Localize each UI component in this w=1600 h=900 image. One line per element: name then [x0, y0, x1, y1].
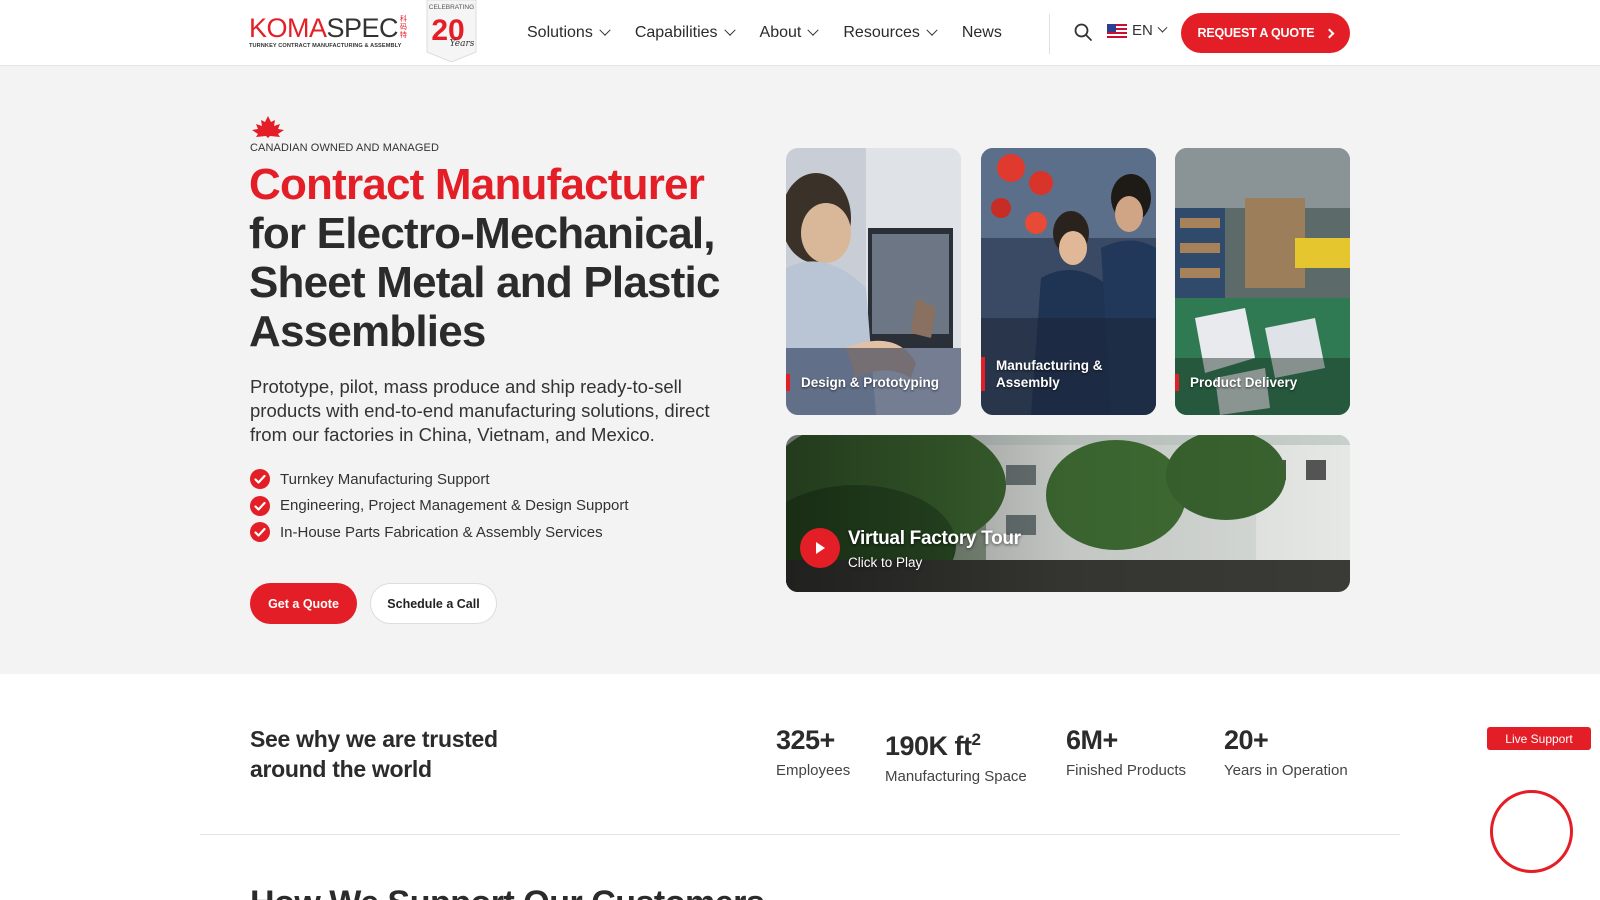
check-circle-icon [250, 522, 270, 543]
svg-text:CELEBRATING: CELEBRATING [429, 4, 474, 11]
nav-label: Resources [843, 24, 920, 41]
main-nav: Solutions Capabilities About Resources N… [527, 22, 1028, 44]
support-section-heading: How We Support Our Customers [250, 884, 765, 900]
play-icon[interactable] [800, 528, 840, 568]
list-item-text: Engineering, Project Management & Design… [280, 497, 629, 515]
nav-label: News [961, 24, 1002, 41]
feature-list: Turnkey Manufacturing Support Engineerin… [250, 466, 629, 546]
nav-about[interactable]: About [759, 24, 820, 42]
us-flag-icon [1107, 23, 1127, 38]
logo-chinese-mark: 科码特 [400, 16, 407, 39]
language-code: EN [1132, 22, 1153, 39]
hero-eyebrow: CANADIAN OWNED AND MANAGED [250, 142, 440, 154]
hero-headline: Contract Manufacturer for Electro-Mechan… [249, 160, 759, 356]
stat-label: Finished Products [1066, 762, 1187, 779]
maple-leaf-icon [252, 116, 284, 138]
live-support-button[interactable]: Live Support [1487, 727, 1591, 750]
stat-label: Manufacturing Space [885, 768, 1027, 785]
request-quote-button[interactable]: REQUEST A QUOTE [1181, 13, 1350, 53]
stat-finished-products: 6M+ Finished Products [1066, 722, 1186, 779]
search-icon[interactable] [1073, 22, 1093, 42]
stat-employees: 325+ Employees [776, 722, 850, 779]
nav-resources[interactable]: Resources [843, 24, 938, 42]
tour-title: Virtual Factory Tour [848, 528, 1021, 549]
stat-value: 325+ [776, 725, 835, 755]
stat-label: Employees [776, 762, 851, 779]
stats-heading: See why we are trusted around the world [250, 726, 498, 782]
section-divider [200, 834, 1400, 835]
card-label: Design & Prototyping [786, 374, 939, 391]
card-design-prototyping[interactable]: Design & Prototyping [786, 148, 961, 415]
stat-value: 6M+ [1066, 725, 1118, 755]
hero-description: Prototype, pilot, mass produce and ship … [250, 376, 710, 445]
card-manufacturing-assembly[interactable]: Manufacturing & Assembly [981, 148, 1156, 415]
list-item-text: Turnkey Manufacturing Support [280, 470, 490, 488]
chevron-right-icon [1325, 28, 1335, 38]
card-product-delivery[interactable]: Product Delivery [1175, 148, 1350, 415]
language-selector[interactable]: EN [1107, 22, 1168, 39]
nav-capabilities[interactable]: Capabilities [634, 24, 736, 42]
logo-tagline: TURNKEY CONTRACT MANUFACTURING & ASSEMBL… [249, 43, 402, 49]
headline-highlight: Contract Manufacturer [249, 160, 705, 209]
card-label: Product Delivery [1175, 374, 1297, 391]
chevron-down-icon [599, 24, 611, 36]
stat-value-number: 190K ft [885, 731, 972, 761]
headline-rest: for Electro-Mechanical, Sheet Metal and … [249, 209, 720, 356]
logo-wordmark: KOMASPEC [249, 13, 399, 43]
check-circle-icon [250, 469, 270, 490]
stat-value-superscript: 2 [971, 730, 981, 749]
stat-label: Years in Operation [1224, 762, 1348, 779]
stat-years-operation: 20+ Years in Operation [1224, 722, 1348, 779]
svg-text:Years: Years [450, 39, 475, 49]
check-circle-icon [250, 495, 270, 516]
schedule-call-button[interactable]: Schedule a Call [370, 583, 497, 624]
list-item-text: In-House Parts Fabrication & Assembly Se… [280, 523, 603, 541]
nav-news[interactable]: News [962, 24, 1002, 42]
list-item: Turnkey Manufacturing Support [250, 466, 629, 493]
virtual-factory-tour-video[interactable]: Virtual Factory Tour Click to Play [786, 435, 1350, 592]
nav-label: Solutions [527, 24, 593, 41]
site-header: KOMASPEC TURNKEY CONTRACT MANUFACTURING … [0, 0, 1600, 66]
get-quote-button[interactable]: Get a Quote [250, 583, 357, 624]
komaspec-logo[interactable]: KOMASPEC TURNKEY CONTRACT MANUFACTURING … [249, 14, 409, 54]
chevron-down-icon [807, 24, 820, 36]
chevron-down-icon [1157, 22, 1168, 33]
chat-widget-button[interactable] [1490, 790, 1573, 873]
list-item: Engineering, Project Management & Design… [250, 493, 629, 520]
card-label: Manufacturing & Assembly [981, 357, 1156, 391]
twenty-years-badge: CELEBRATING 20 Years [426, 0, 477, 62]
chevron-down-icon [723, 24, 736, 36]
nav-divider [1049, 14, 1050, 54]
stat-value: 20+ [1224, 725, 1269, 755]
tour-subtitle: Click to Play [848, 555, 923, 570]
stat-value: 190K ft2 [885, 722, 1027, 764]
chevron-down-icon [926, 24, 938, 36]
nav-label: Capabilities [634, 24, 718, 41]
nav-solutions[interactable]: Solutions [527, 24, 611, 42]
list-item: In-House Parts Fabrication & Assembly Se… [250, 519, 629, 546]
stat-manufacturing-space: 190K ft2 Manufacturing Space [885, 722, 1027, 785]
nav-label: About [759, 24, 802, 41]
request-quote-label: REQUEST A QUOTE [1197, 26, 1315, 40]
